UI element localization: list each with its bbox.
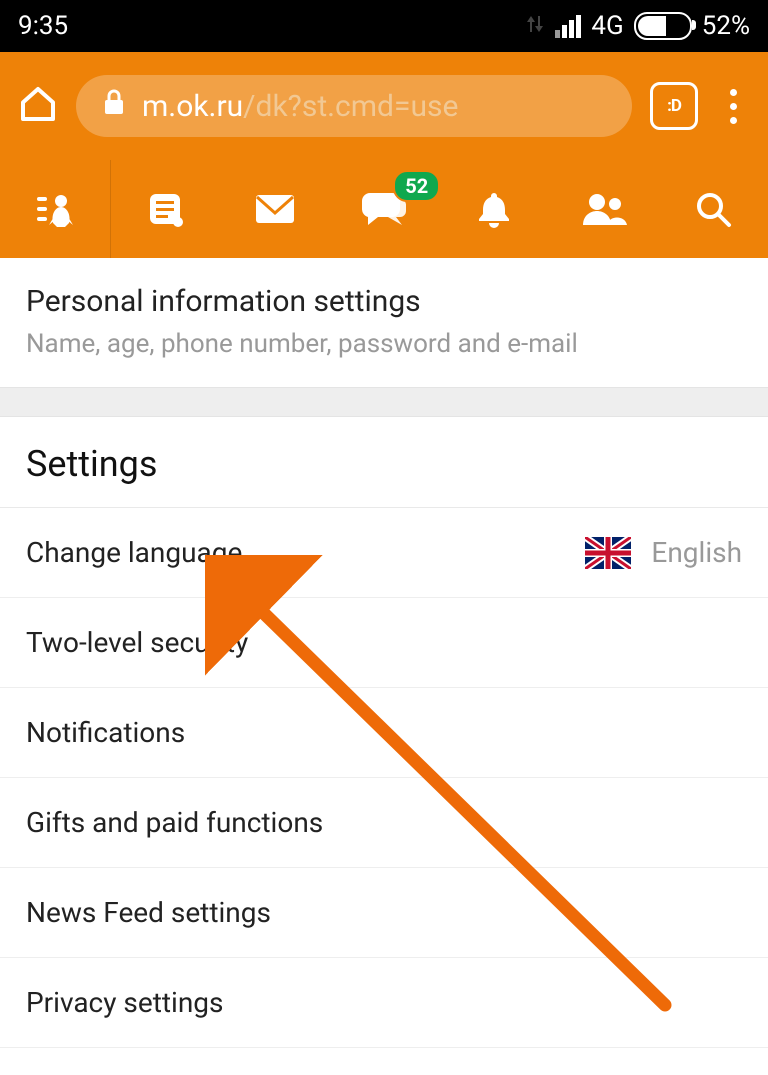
row-two-level-security[interactable]: Two-level security [0,598,768,688]
data-transfer-icon [525,12,545,41]
row-change-language[interactable]: Change language English [0,508,768,598]
row-privacy-settings[interactable]: Privacy settings [0,958,768,1048]
personal-info-subtitle: Name, age, phone number, password and e-… [26,329,742,359]
uk-flag-icon [585,537,631,569]
personal-info-title: Personal information settings [26,284,742,319]
nav-friends-icon[interactable] [549,160,659,258]
network-type: 4G [591,11,623,41]
android-status-bar: 9:35 4G 52% [0,0,768,52]
row-label: Two-level security [26,626,248,659]
battery-percent: 52% [702,11,750,41]
language-current: English [585,536,742,569]
nav-chat-icon[interactable]: 52 [330,160,440,258]
home-icon[interactable] [18,84,58,128]
signal-icon [555,15,581,38]
nav-feed-icon[interactable] [111,160,221,258]
row-label: Gifts and paid functions [26,806,323,839]
row-gifts-paid[interactable]: Gifts and paid functions [0,778,768,868]
row-news-feed-settings[interactable]: News Feed settings [0,868,768,958]
row-notifications[interactable]: Notifications [0,688,768,778]
row-label: Privacy settings [26,986,223,1019]
settings-heading: Settings [0,417,768,507]
personal-info-block[interactable]: Personal information settings Name, age,… [0,258,768,387]
nav-bell-icon[interactable] [439,160,549,258]
row-label: Change language [26,536,242,569]
status-right-cluster: 4G 52% [525,11,750,41]
more-menu-icon[interactable] [716,89,750,124]
tabs-indicator: :D [667,96,681,116]
section-gap [0,387,768,417]
lock-icon [102,88,126,124]
row-label: Notifications [26,716,185,749]
site-top-nav: 52 [0,160,768,258]
address-bar[interactable]: m.ok.ru/dk?st.cmd=use [76,75,632,137]
status-time: 9:35 [18,11,68,41]
browser-toolbar: m.ok.ru/dk?st.cmd=use :D [0,52,768,160]
language-value: English [651,536,742,569]
nav-search-icon[interactable] [658,160,768,258]
url-host: m.ok.ru [142,89,243,124]
row-label: News Feed settings [26,896,271,929]
nav-mail-icon[interactable] [220,160,330,258]
chat-badge: 52 [393,170,440,202]
tabs-button[interactable]: :D [650,82,698,130]
battery-icon [634,12,692,40]
url-path: /dk?st.cmd=use [243,89,458,124]
nav-menu-icon[interactable] [0,160,110,258]
